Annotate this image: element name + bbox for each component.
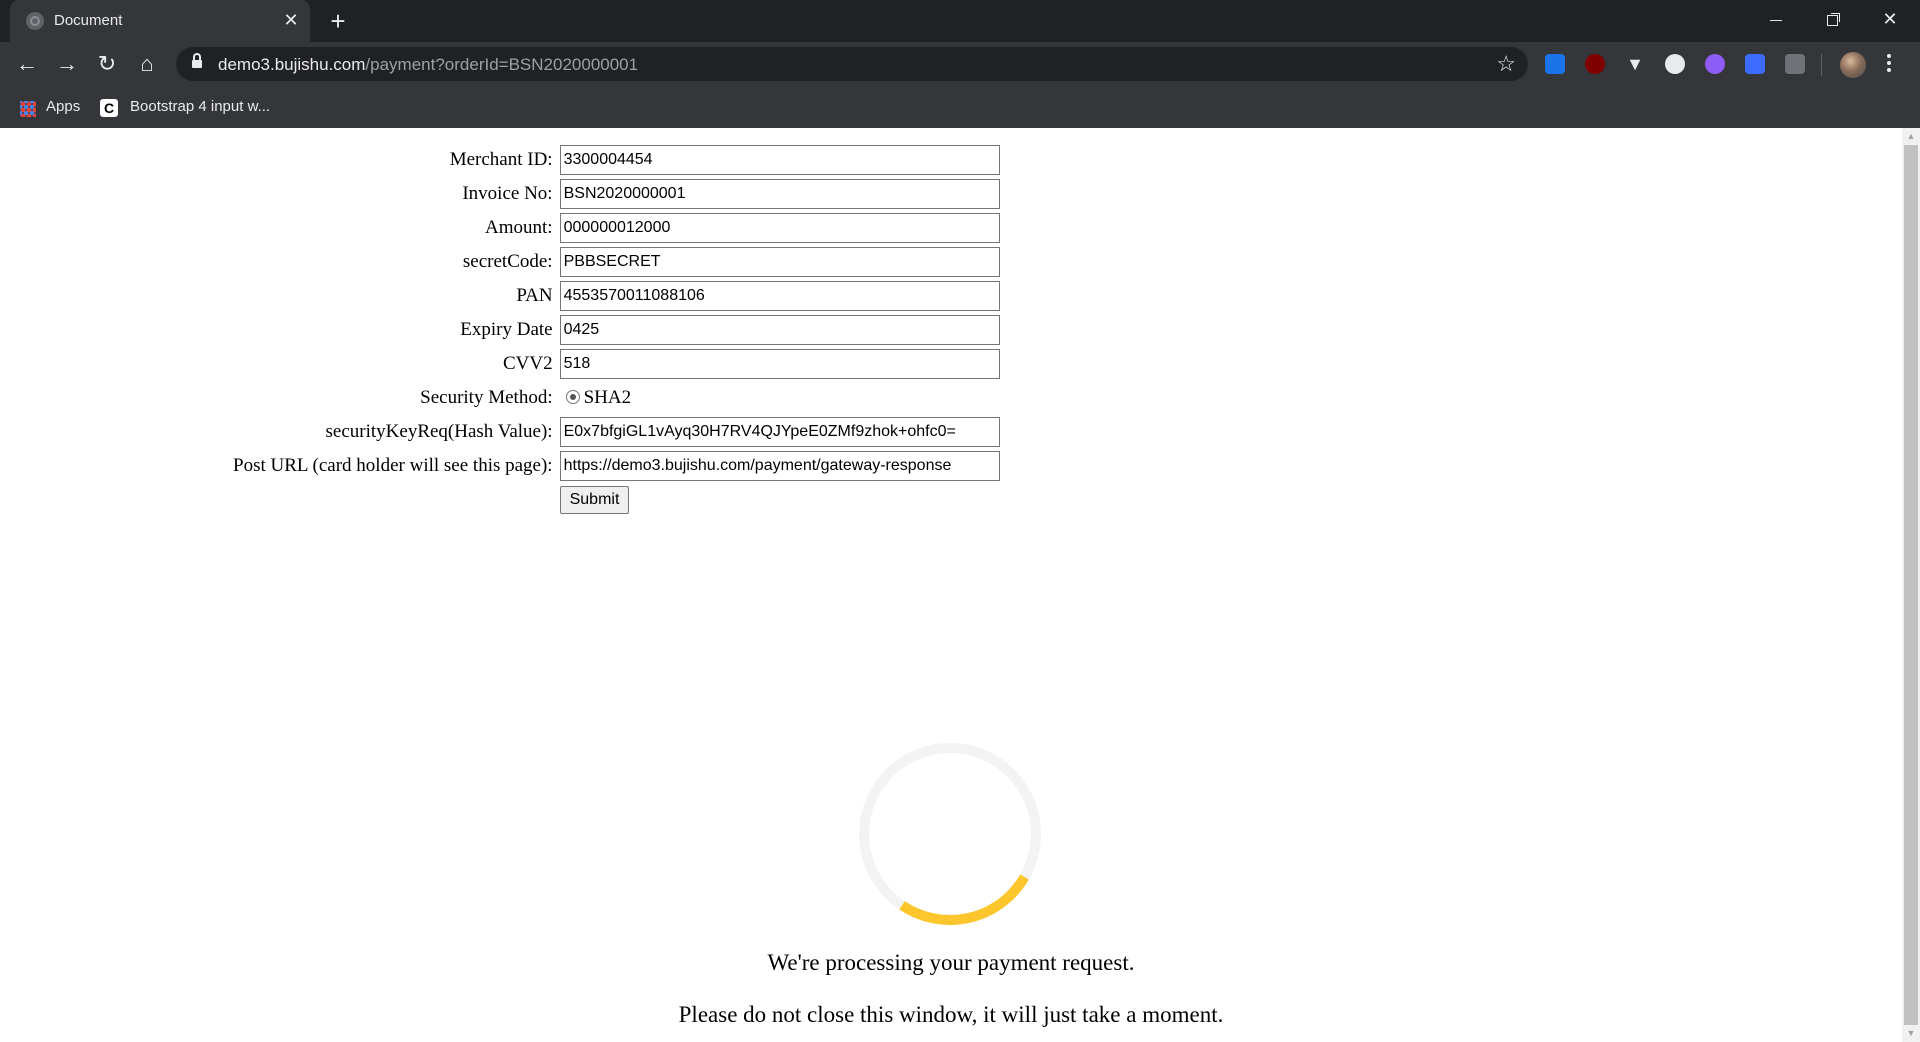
scroll-up-arrow-icon[interactable]: ▲ — [1902, 128, 1920, 145]
form-row-submit: Submit — [232, 484, 1001, 516]
hash-value-label: securityKeyReq(Hash Value): — [325, 421, 553, 442]
url-text[interactable]: demo3.bujishu.com/payment?orderId=BSN202… — [218, 55, 638, 75]
form-row-hash-value: securityKeyReq(Hash Value): — [232, 416, 1001, 448]
codeply-icon: C — [100, 99, 118, 117]
cvv2-input[interactable] — [559, 349, 1000, 379]
hash-value-input[interactable] — [559, 417, 1000, 447]
cvv2-label: CVV2 — [502, 353, 553, 374]
post-url-label: Post URL (card holder will see this page… — [233, 455, 553, 476]
form-row-amount: Amount: — [232, 212, 1001, 244]
vertical-scrollbar[interactable]: ▲ ▼ — [1902, 128, 1920, 1042]
ublock-icon[interactable] — [1585, 54, 1605, 74]
address-bar[interactable]: demo3.bujishu.com/payment?orderId=BSN202… — [176, 47, 1528, 81]
lock-icon[interactable] — [192, 53, 202, 70]
form-row-security-method: Security Method: SHA2 — [232, 382, 1001, 414]
invoice-no-input[interactable] — [559, 179, 1000, 209]
home-button[interactable]: ⌂ — [132, 49, 162, 79]
bookmark-bootstrap[interactable]: Bootstrap 4 input w... — [130, 98, 270, 115]
scroll-thumb[interactable] — [1904, 145, 1918, 1025]
vue-devtools-icon[interactable]: ▼ — [1625, 54, 1645, 74]
merchant-id-input[interactable] — [559, 145, 1000, 175]
sha2-radio[interactable] — [565, 390, 580, 404]
form-row-post-url: Post URL (card holder will see this page… — [232, 450, 1001, 482]
toolbar-divider — [1821, 54, 1822, 76]
bookmarks-bar: Apps C Bootstrap 4 input w... — [0, 86, 1920, 128]
secret-code-input[interactable] — [559, 247, 1000, 277]
form-row-cvv2: CVV2 — [232, 348, 1001, 380]
do-not-close-message: Please do not close this window, it will… — [678, 1002, 1224, 1027]
expiry-date-input[interactable] — [559, 315, 1000, 345]
pan-label: PAN — [516, 285, 553, 306]
extension-s-icon[interactable] — [1545, 54, 1565, 74]
back-button[interactable]: ← — [12, 49, 42, 79]
bookmark-star-icon[interactable]: ☆ — [1496, 51, 1516, 77]
tab-title: Document — [54, 12, 123, 29]
tab-bar: Document ✕ + ✕ — [0, 0, 1920, 42]
amount-input[interactable] — [559, 213, 1000, 243]
payment-form: Merchant ID: Invoice No: Amount: secretC… — [230, 142, 1003, 518]
reload-button[interactable]: ↻ — [92, 49, 122, 79]
merchant-id-label: Merchant ID: — [449, 149, 553, 170]
extension-gray-icon[interactable] — [1785, 54, 1805, 74]
profile-avatar[interactable] — [1840, 52, 1866, 78]
amount-label: Amount: — [485, 217, 553, 238]
restore-button[interactable] — [1804, 0, 1860, 38]
processing-message: We're processing your payment request. — [767, 950, 1135, 975]
form-row-secret-code: secretCode: — [232, 246, 1001, 278]
extension-purple-icon[interactable] — [1705, 54, 1725, 74]
spinner-arc — [899, 874, 1029, 925]
submit-button[interactable]: Submit — [559, 486, 630, 514]
page-content: Merchant ID: Invoice No: Amount: secretC… — [0, 128, 1902, 1042]
sha2-option-label: SHA2 — [583, 387, 632, 408]
expiry-date-label: Expiry Date — [460, 319, 553, 340]
new-tab-button[interactable]: + — [323, 6, 353, 36]
minimize-button[interactable] — [1748, 0, 1804, 38]
scroll-down-arrow-icon[interactable]: ▼ — [1902, 1025, 1920, 1042]
forward-button[interactable]: → — [52, 49, 82, 79]
extension-blue-icon[interactable] — [1745, 54, 1765, 74]
globe-icon — [26, 12, 44, 30]
menu-icon[interactable] — [1884, 51, 1894, 77]
form-row-merchant-id: Merchant ID: — [232, 144, 1001, 176]
invoice-no-label: Invoice No: — [462, 183, 553, 204]
browser-tab[interactable]: Document ✕ — [10, 0, 310, 42]
form-row-expiry-date: Expiry Date — [232, 314, 1001, 346]
loading-spinner-icon — [859, 743, 1041, 925]
bookmark-apps[interactable]: Apps — [46, 98, 80, 115]
close-window-button[interactable]: ✕ — [1862, 0, 1918, 38]
form-row-invoice-no: Invoice No: — [232, 178, 1001, 210]
post-url-input[interactable] — [559, 451, 1000, 481]
extension-circle-icon[interactable] — [1665, 54, 1685, 74]
security-method-label: Security Method: — [420, 387, 553, 408]
secret-code-label: secretCode: — [462, 251, 553, 272]
browser-toolbar: ← → ↻ ⌂ demo3.bujishu.com/payment?orderI… — [0, 42, 1920, 86]
close-tab-icon[interactable]: ✕ — [280, 9, 302, 31]
pan-input[interactable] — [559, 281, 1000, 311]
apps-grid-icon[interactable] — [20, 101, 36, 117]
form-row-pan: PAN — [232, 280, 1001, 312]
